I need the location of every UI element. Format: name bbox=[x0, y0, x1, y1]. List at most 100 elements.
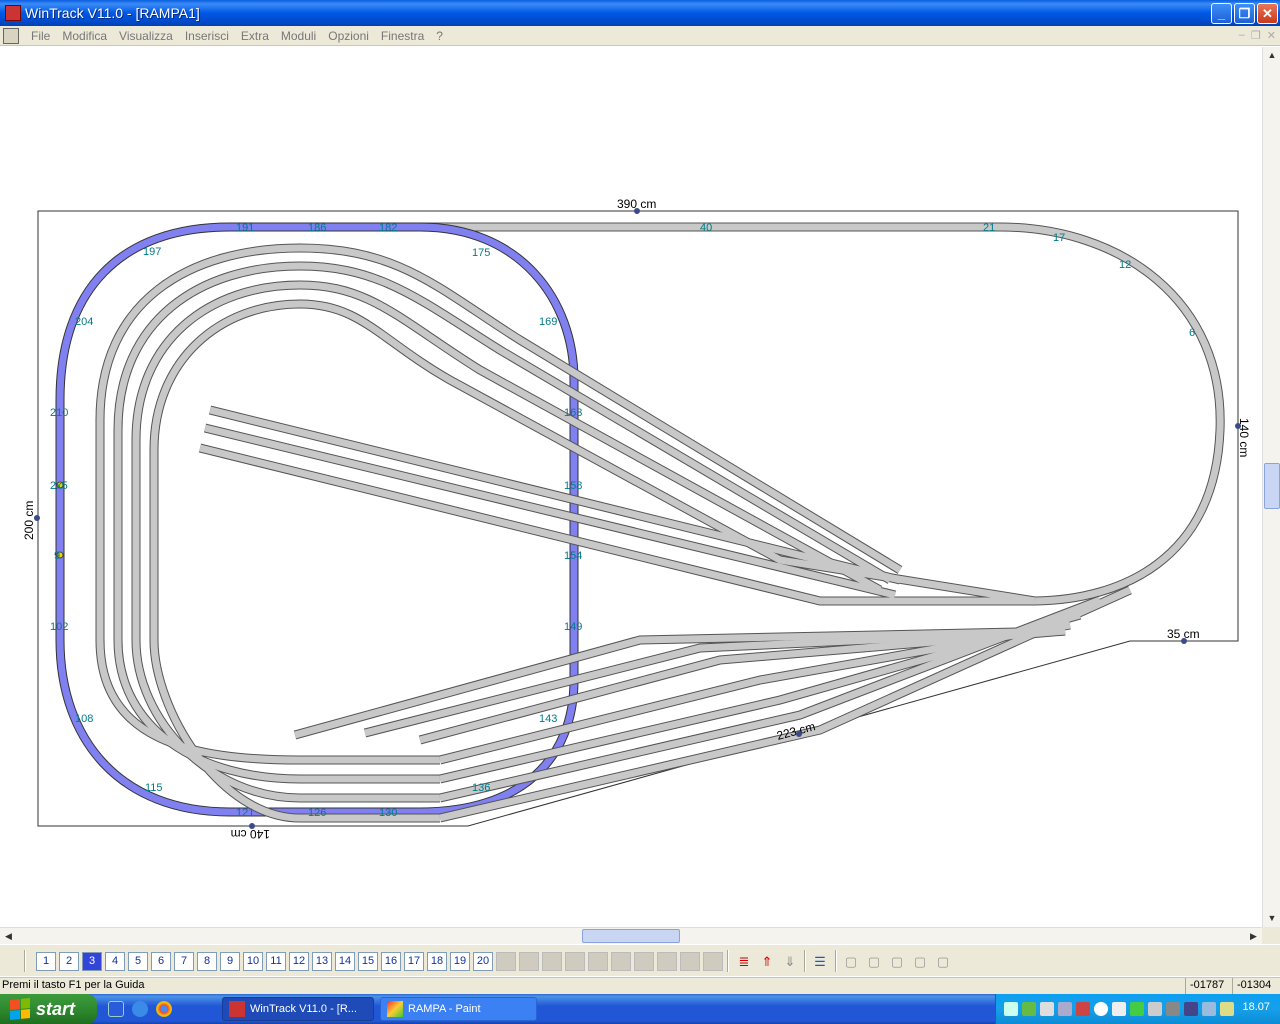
tray-icon[interactable] bbox=[1184, 1002, 1198, 1016]
layer-up-icon[interactable]: ⇑ bbox=[756, 951, 778, 972]
scroll-down-icon[interactable]: ▼ bbox=[1264, 910, 1280, 927]
view-3-icon[interactable]: ▢ bbox=[886, 951, 908, 972]
view-1-icon[interactable]: ▢ bbox=[840, 951, 862, 972]
dimension-diagonal-handle[interactable] bbox=[796, 731, 802, 737]
show-desktop-icon[interactable] bbox=[108, 1001, 124, 1017]
scroll-right-icon[interactable]: ▶ bbox=[1245, 928, 1262, 945]
mdi-restore-icon[interactable]: ❐ bbox=[1251, 29, 1261, 42]
scroll-up-icon[interactable]: ▲ bbox=[1264, 47, 1280, 64]
system-tray: 18.07 bbox=[995, 994, 1280, 1024]
document-icon[interactable] bbox=[3, 27, 19, 44]
layers-stack-icon[interactable]: ≣ bbox=[733, 951, 755, 972]
view-2-icon[interactable]: ▢ bbox=[863, 951, 885, 972]
network-signal-icon[interactable] bbox=[1130, 1002, 1144, 1016]
scroll-left-icon[interactable]: ◀ bbox=[0, 928, 17, 945]
view-5-icon[interactable]: ▢ bbox=[932, 951, 954, 972]
dimension-bottom-label: 140 cm bbox=[231, 827, 270, 841]
windows-logo-icon bbox=[10, 997, 30, 1021]
layer-button-8[interactable]: 8 bbox=[197, 952, 217, 971]
dimension-top-handle[interactable] bbox=[634, 208, 640, 214]
layer-down-icon[interactable]: ⇓ bbox=[779, 951, 801, 972]
close-button[interactable]: ✕ bbox=[1257, 3, 1278, 24]
layer-button-13[interactable]: 13 bbox=[312, 952, 332, 971]
layer-button-empty[interactable] bbox=[542, 952, 562, 971]
tray-icon[interactable] bbox=[1022, 1002, 1036, 1016]
tray-icon[interactable] bbox=[1058, 1002, 1072, 1016]
tray-icon[interactable] bbox=[1148, 1002, 1162, 1016]
tray-icon[interactable] bbox=[1220, 1002, 1234, 1016]
vertical-scroll-thumb[interactable] bbox=[1264, 463, 1280, 509]
view-4-icon[interactable]: ▢ bbox=[909, 951, 931, 972]
mdi-minimize-icon[interactable]: – bbox=[1239, 29, 1245, 42]
layer-button-empty[interactable] bbox=[611, 952, 631, 971]
layer-button-empty[interactable] bbox=[519, 952, 539, 971]
layer-button-2[interactable]: 2 bbox=[59, 952, 79, 971]
layer-button-empty[interactable] bbox=[657, 952, 677, 971]
start-button[interactable]: start bbox=[0, 994, 97, 1024]
layer-button-empty[interactable] bbox=[588, 952, 608, 971]
layer-button-1[interactable]: 1 bbox=[36, 952, 56, 971]
layer-button-20[interactable]: 20 bbox=[473, 952, 493, 971]
wintrack-app-icon[interactable] bbox=[5, 5, 21, 21]
track-label: 17 bbox=[1053, 232, 1065, 244]
lower-fan-tracks-fill bbox=[294, 586, 1132, 822]
layer-button-9[interactable]: 9 bbox=[220, 952, 240, 971]
layer-button-15[interactable]: 15 bbox=[358, 952, 378, 971]
tray-icon[interactable] bbox=[1076, 1002, 1090, 1016]
tray-icon[interactable] bbox=[1040, 1002, 1054, 1016]
layer-button-empty[interactable] bbox=[565, 952, 585, 971]
menu-file[interactable]: File bbox=[25, 29, 56, 43]
layer-button-empty[interactable] bbox=[634, 952, 654, 971]
dimension-right-handle[interactable] bbox=[1235, 423, 1241, 429]
menu-help[interactable]: ? bbox=[430, 29, 449, 43]
menu-finestra[interactable]: Finestra bbox=[375, 29, 430, 43]
task-paint[interactable]: RAMPA - Paint bbox=[380, 997, 537, 1021]
layer-button-empty[interactable] bbox=[496, 952, 516, 971]
layer-button-10[interactable]: 10 bbox=[243, 952, 263, 971]
tray-icon[interactable] bbox=[1094, 1002, 1108, 1016]
layer-button-11[interactable]: 11 bbox=[266, 952, 286, 971]
menu-extra[interactable]: Extra bbox=[235, 29, 275, 43]
menu-opzioni[interactable]: Opzioni bbox=[322, 29, 375, 43]
tray-icon[interactable] bbox=[1112, 1002, 1126, 1016]
tray-icon[interactable] bbox=[1202, 1002, 1216, 1016]
layer-button-19[interactable]: 19 bbox=[450, 952, 470, 971]
dimension-bottom-handle[interactable] bbox=[249, 823, 255, 829]
mdi-close-icon[interactable]: ✕ bbox=[1267, 29, 1276, 42]
dimension-left-handle[interactable] bbox=[34, 515, 40, 521]
volume-icon[interactable] bbox=[1166, 1002, 1180, 1016]
tray-icon[interactable] bbox=[1004, 1002, 1018, 1016]
track-plan-svg[interactable]: 390 cm 140 cm 200 cm 140 cm 223 cm 35 cm… bbox=[0, 47, 1262, 927]
layer-button-17[interactable]: 17 bbox=[404, 952, 424, 971]
layer-button-5[interactable]: 5 bbox=[128, 952, 148, 971]
menu-modifica[interactable]: Modifica bbox=[56, 29, 113, 43]
menu-moduli[interactable]: Moduli bbox=[275, 29, 322, 43]
chrome-icon[interactable] bbox=[156, 1001, 172, 1017]
layer-button-3[interactable]: 3 bbox=[82, 952, 102, 971]
task-wintrack[interactable]: WinTrack V11.0 - [R... bbox=[222, 997, 374, 1021]
layer-button-7[interactable]: 7 bbox=[174, 952, 194, 971]
layer-button-4[interactable]: 4 bbox=[105, 952, 125, 971]
horizontal-scroll-thumb[interactable] bbox=[582, 929, 680, 943]
restore-button[interactable]: ❐ bbox=[1234, 3, 1255, 24]
layer-button-14[interactable]: 14 bbox=[335, 952, 355, 971]
track-label: 12 bbox=[1119, 259, 1131, 271]
layer-button-16[interactable]: 16 bbox=[381, 952, 401, 971]
menu-visualizza[interactable]: Visualizza bbox=[113, 29, 179, 43]
layer-button-12[interactable]: 12 bbox=[289, 952, 309, 971]
layer-button-6[interactable]: 6 bbox=[151, 952, 171, 971]
horizontal-scrollbar[interactable]: ◀ ▶ bbox=[0, 927, 1262, 944]
signal-label: 2x5 bbox=[50, 480, 68, 492]
layer-button-empty[interactable] bbox=[680, 952, 700, 971]
helix-label: 210 bbox=[50, 407, 68, 419]
menu-inserisci[interactable]: Inserisci bbox=[179, 29, 235, 43]
layer-manager-icon[interactable]: ☰ bbox=[809, 951, 831, 972]
layer-button-empty[interactable] bbox=[703, 952, 723, 971]
vertical-scrollbar[interactable]: ▲ ▼ bbox=[1262, 47, 1280, 927]
internet-explorer-icon[interactable] bbox=[132, 1001, 148, 1017]
layer-button-18[interactable]: 18 bbox=[427, 952, 447, 971]
dimension-small-handle[interactable] bbox=[1181, 638, 1187, 644]
minimize-button[interactable]: _ bbox=[1211, 3, 1232, 24]
track-layout-canvas[interactable]: 390 cm 140 cm 200 cm 140 cm 223 cm 35 cm… bbox=[0, 47, 1262, 927]
clock[interactable]: 18.07 bbox=[1242, 1001, 1270, 1013]
